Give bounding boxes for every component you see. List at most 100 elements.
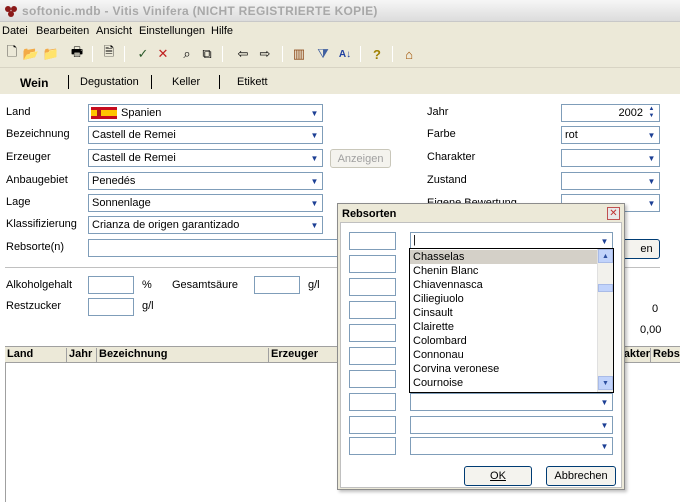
folder-icon[interactable]: 📁 [42,45,60,63]
percent-field-7[interactable] [349,370,396,388]
farbe-select[interactable]: rot ▼ [561,126,660,144]
col-bezeichnung[interactable]: Bezeichnung [97,348,269,362]
filter-icon[interactable]: ⧩ [314,45,332,63]
chevron-down-icon[interactable]: ▼ [644,195,659,211]
rebsorten-label: Rebsorte(n) [6,241,65,253]
scroll-down-icon[interactable]: ▼ [598,376,613,390]
anbaugebiet-label: Anbaugebiet [6,174,68,186]
percent-field-4[interactable] [349,301,396,319]
list-item[interactable]: Cournoise [410,376,598,390]
rebsorten-field[interactable] [88,239,340,257]
percent-field-2[interactable] [349,255,396,273]
add-record-icon[interactable]: 🗎 [100,44,118,63]
bezeichnung-select[interactable]: Castell de Remei ▼ [88,126,323,144]
percent-field-6[interactable] [349,347,396,365]
chevron-down-icon[interactable]: ▼ [307,150,322,166]
rebsorte-select-9[interactable]: ▼ [410,416,613,434]
jahr-spinner[interactable]: 2002 ▲ ▼ [561,104,660,122]
chevron-down-icon[interactable]: ▼ [597,394,612,410]
print-icon[interactable]: 🖶 [68,44,86,63]
rebsorte-dropdown-list[interactable]: Chasselas Chenin Blanc Chiavennasca Cili… [409,248,614,393]
percent-field-5[interactable] [349,324,396,342]
lage-select[interactable]: Sonnenlage ▼ [88,194,323,212]
check-icon[interactable]: ✓ [134,45,152,63]
rebsorte-select-10[interactable]: ▼ [410,437,613,455]
col-jahr[interactable]: Jahr [67,348,97,362]
list-item[interactable]: Chasselas [410,250,598,264]
tab-keller[interactable]: Keller [172,76,200,88]
chevron-down-icon[interactable]: ▼ [644,173,659,189]
percent-field-1[interactable] [349,232,396,250]
list-item[interactable]: Chenin Blanc [410,264,598,278]
chevron-down-icon[interactable]: ▼ [644,127,659,143]
chevron-down-icon[interactable]: ▼ [307,173,322,189]
menu-ansicht[interactable]: Ansicht [96,25,132,37]
cancel-button[interactable]: Abbrechen [546,466,616,486]
chevron-down-icon[interactable]: ▼ [307,105,322,121]
tab-degustation[interactable]: Degustation [80,76,139,88]
col-erzeuger[interactable]: Erzeuger [269,348,339,362]
help-icon[interactable]: ? [368,45,386,63]
title-bar: softonic.mdb - Vitis Vinifera (NICHT REG… [0,0,680,22]
chart-icon[interactable]: ▥ [290,45,308,63]
restzucker-field[interactable] [88,298,134,316]
open-icon[interactable]: 📂 [22,45,40,63]
alkohol-unit: % [142,279,152,291]
chevron-down-icon[interactable]: ▼ [597,438,612,454]
anzeigen-button[interactable]: Anzeigen [330,149,391,168]
scrollbar[interactable]: ▲ ▼ [597,249,613,392]
chevron-down-icon[interactable]: ▼ [307,127,322,143]
chevron-down-icon[interactable]: ▼ [307,217,322,233]
percent-field-8[interactable] [349,393,396,411]
col-land[interactable]: Land [5,348,67,362]
menu-datei[interactable]: Datei [2,25,28,37]
spain-flag-icon [91,107,117,119]
menu-bearbeiten[interactable]: Bearbeiten [36,25,89,37]
list-item[interactable]: Connonau [410,348,598,362]
home-icon[interactable]: ⌂ [400,45,418,63]
percent-field-9[interactable] [349,416,396,434]
search-icon[interactable]: ⌕ [178,45,196,63]
list-item[interactable]: Colombard [410,334,598,348]
delete-icon[interactable]: ✕ [154,45,172,63]
percent-field-3[interactable] [349,278,396,296]
saeure-field[interactable] [254,276,300,294]
chevron-down-icon[interactable]: ▼ [644,150,659,166]
erzeuger-select[interactable]: Castell de Remei ▼ [88,149,323,167]
dialog-title: Rebsorten [342,208,397,220]
anbaugebiet-select[interactable]: Penedés ▼ [88,172,323,190]
menu-hilfe[interactable]: Hilfe [211,25,233,37]
scrollbar-thumb[interactable] [598,284,613,292]
sort-icon[interactable]: A↓ [336,45,354,63]
bezeichnung-value: Castell de Remei [92,129,176,141]
ok-button[interactable]: OK [464,466,532,486]
forward-arrow-icon[interactable]: ⇨ [256,45,274,63]
back-arrow-icon[interactable]: ⇦ [234,45,252,63]
list-item[interactable]: Corvina veronese [410,362,598,376]
chevron-down-icon[interactable]: ▼ [307,195,322,211]
land-select[interactable]: Spanien ▼ [88,104,323,122]
chevron-down-icon[interactable]: ▼ [597,233,612,249]
chevron-down-icon[interactable]: ▼ [597,417,612,433]
tab-wein[interactable]: Wein [20,76,48,90]
new-icon[interactable]: 🗋 [3,44,21,63]
list-item[interactable]: Clairette [410,320,598,334]
list-item[interactable]: Chiavennasca [410,278,598,292]
list-item[interactable]: Ciliegiuolo [410,292,598,306]
list-item[interactable]: Cinsault [410,306,598,320]
charakter-select[interactable]: ▼ [561,149,660,167]
tab-etikett[interactable]: Etikett [237,76,268,88]
rebsorte-select-8[interactable]: ▼ [410,393,613,411]
erzeuger-label: Erzeuger [6,151,51,163]
close-icon[interactable]: ✕ [607,207,620,220]
col-rebsorte[interactable]: Rebs [651,348,680,362]
alkohol-field[interactable] [88,276,134,294]
klassifizierung-select[interactable]: Crianza de origen garantizado ▼ [88,216,323,234]
menu-einstellungen[interactable]: Einstellungen [139,25,205,37]
copy-icon[interactable]: ⧉ [198,45,216,63]
zustand-select[interactable]: ▼ [561,172,660,190]
menu-bar: Datei Bearbeiten Ansicht Einstellungen H… [0,22,680,40]
spinner-arrows-icon[interactable]: ▲ ▼ [644,105,659,121]
scroll-up-icon[interactable]: ▲ [598,249,613,263]
percent-field-10[interactable] [349,437,396,455]
